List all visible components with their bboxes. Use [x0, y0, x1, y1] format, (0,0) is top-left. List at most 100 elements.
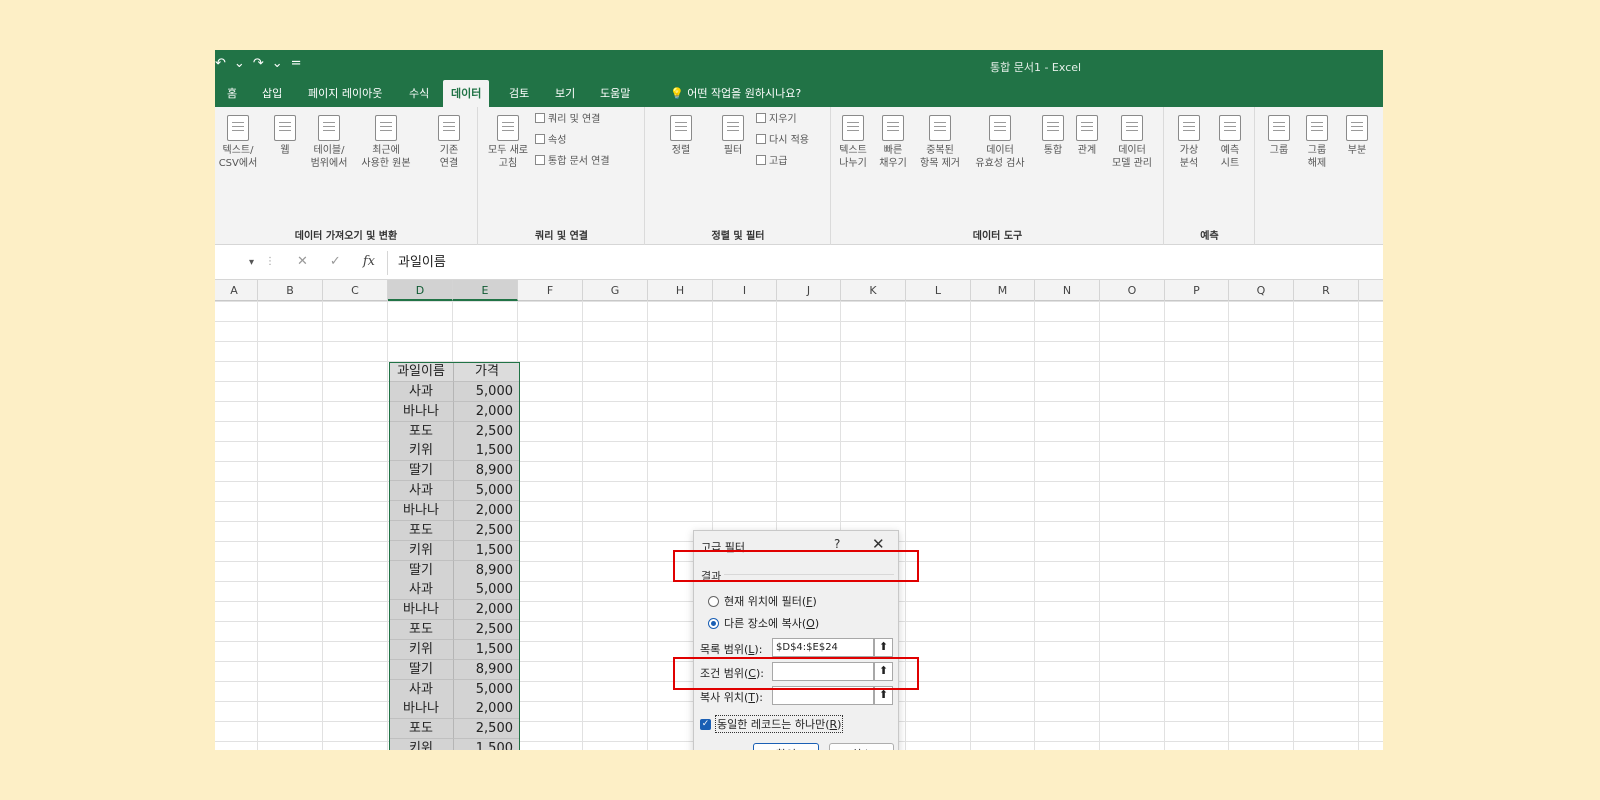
table-row[interactable]: 사과 5,000 [389, 679, 520, 700]
cell-price[interactable]: 8,900 [454, 560, 520, 581]
consolidate-button[interactable]: 통합 [1038, 115, 1068, 157]
cell-price[interactable]: 1,500 [454, 639, 520, 660]
header-cell-fruit-name[interactable]: 과일이름 [389, 362, 454, 382]
ungroup-button[interactable]: 그룹 해제 [1300, 115, 1334, 170]
collapse-dialog-icon[interactable]: ⬆ [874, 686, 893, 705]
cell-fruit-name[interactable]: 키위 [389, 540, 454, 561]
cell-fruit-name[interactable]: 딸기 [389, 560, 454, 581]
from-table-range-button[interactable]: 테이블/ 범위에서 [307, 115, 351, 170]
cell-fruit-name[interactable]: 포도 [389, 520, 454, 541]
remove-duplicates-button[interactable]: 중복된 항목 제거 [916, 115, 964, 170]
column-header-r[interactable]: R [1294, 280, 1359, 301]
copy-to-input[interactable] [772, 686, 874, 705]
cell-price[interactable]: 1,500 [454, 540, 520, 561]
cell-price[interactable]: 2,000 [454, 600, 520, 621]
reapply-button[interactable]: 다시 적용 [756, 134, 809, 148]
tab-view[interactable]: 보기 [547, 80, 583, 107]
column-header-l[interactable]: L [906, 280, 971, 301]
cell-price[interactable]: 5,000 [454, 580, 520, 601]
table-row[interactable]: 포도 2,500 [389, 620, 520, 641]
cell-fruit-name[interactable]: 키위 [389, 739, 454, 750]
manage-data-model-button[interactable]: 데이터 모델 관리 [1106, 115, 1158, 170]
column-header-f[interactable]: F [518, 280, 583, 301]
table-row[interactable]: 딸기 8,900 [389, 461, 520, 482]
tab-review[interactable]: 검토 [501, 80, 537, 107]
cell-fruit-name[interactable]: 사과 [389, 580, 454, 601]
queries-connections-button[interactable]: 쿼리 및 연결 [535, 113, 600, 127]
table-row[interactable]: 사과 5,000 [389, 381, 520, 402]
forecast-sheet-button[interactable]: 예측 시트 [1211, 115, 1249, 170]
column-header-k[interactable]: K [841, 280, 906, 301]
cell-price[interactable]: 1,500 [454, 441, 520, 462]
table-row[interactable]: 포도 2,500 [389, 719, 520, 740]
cell-fruit-name[interactable]: 딸기 [389, 659, 454, 680]
cell-fruit-name[interactable]: 바나나 [389, 500, 454, 521]
existing-connections-button[interactable]: 기존 연결 [427, 115, 471, 170]
cell-fruit-name[interactable]: 포도 [389, 421, 454, 442]
cell-fruit-name[interactable]: 바나나 [389, 699, 454, 720]
workbook-links-button[interactable]: 통합 문서 연결 [535, 155, 610, 169]
column-header-j[interactable]: J [777, 280, 841, 301]
recent-sources-button[interactable]: 최근에 사용한 원본 [357, 115, 415, 170]
cell-fruit-name[interactable]: 키위 [389, 639, 454, 660]
table-row[interactable]: 바나나 2,000 [389, 600, 520, 621]
table-header-row[interactable]: 과일이름 가격 [389, 362, 520, 382]
sort-button[interactable]: 정렬 [652, 115, 710, 157]
column-header-a[interactable]: A [215, 280, 258, 301]
copy-to-location-radio[interactable]: 다른 장소에 복사(O) [708, 615, 819, 631]
cell-fruit-name[interactable]: 포도 [389, 719, 454, 740]
undo-dropdown-icon[interactable]: ⌄ [234, 56, 245, 71]
header-cell-price[interactable]: 가격 [454, 362, 520, 382]
fruit-table[interactable]: 과일이름 가격 사과 5,000 바나나 2,000 포도 2,500 키위 1,500 딸기 8,9… [389, 362, 520, 750]
column-header-p[interactable]: P [1165, 280, 1229, 301]
cell-fruit-name[interactable]: 바나나 [389, 401, 454, 422]
worksheet[interactable]: ABCDEFGHIJKLMNOPQR 과일이름 가격 사과 5,000 바나나 2,000… [215, 280, 1383, 750]
redo-icon[interactable]: ↷ [253, 56, 264, 71]
what-if-analysis-button[interactable]: 가상 분석 [1171, 115, 1207, 170]
table-row[interactable]: 딸기 8,900 [389, 560, 520, 581]
data-validation-button[interactable]: 데이터 유효성 검사 [968, 115, 1032, 170]
column-header-o[interactable]: O [1100, 280, 1165, 301]
cell-fruit-name[interactable]: 딸기 [389, 461, 454, 482]
formula-input[interactable]: 과일이름 [387, 251, 1377, 275]
ok-button[interactable]: 확인 [753, 743, 819, 750]
relationships-button[interactable]: 관계 [1072, 115, 1102, 157]
column-header-n[interactable]: N [1035, 280, 1100, 301]
text-to-columns-button[interactable]: 텍스트 나누기 [836, 115, 870, 170]
filter-in-place-radio[interactable]: 현재 위치에 필터(F) [708, 593, 817, 609]
criteria-range-input[interactable] [772, 662, 874, 681]
table-row[interactable]: 바나나 2,000 [389, 500, 520, 521]
tab-insert[interactable]: 삽입 [254, 80, 290, 107]
column-header-d[interactable]: D [388, 280, 453, 301]
tab-help[interactable]: 도움말 [592, 80, 638, 107]
list-range-input[interactable]: $D$4:$E$24 [772, 638, 874, 657]
table-row[interactable]: 사과 5,000 [389, 481, 520, 502]
column-header-b[interactable]: B [258, 280, 323, 301]
tab-data[interactable]: 데이터 [443, 80, 490, 107]
cell-fruit-name[interactable]: 사과 [389, 481, 454, 502]
cell-price[interactable]: 5,000 [454, 381, 520, 402]
cancel-icon[interactable]: ✕ [297, 254, 308, 269]
properties-button[interactable]: 속성 [535, 134, 566, 148]
enter-icon[interactable]: ✓ [330, 254, 341, 269]
from-text-csv-button[interactable]: 텍스트/ CSV에서 [217, 115, 259, 170]
cell-price[interactable]: 2,500 [454, 620, 520, 641]
cell-fruit-name[interactable]: 바나나 [389, 600, 454, 621]
table-row[interactable]: 사과 5,000 [389, 580, 520, 601]
cell-fruit-name[interactable]: 키위 [389, 441, 454, 462]
column-header-i[interactable]: I [713, 280, 777, 301]
from-web-button[interactable]: 웹 [271, 115, 299, 157]
table-row[interactable]: 바나나 2,000 [389, 401, 520, 422]
column-header-h[interactable]: H [648, 280, 713, 301]
table-row[interactable]: 키위 1,500 [389, 639, 520, 660]
cell-fruit-name[interactable]: 사과 [389, 381, 454, 402]
collapse-dialog-icon[interactable]: ⬆ [874, 638, 893, 657]
table-row[interactable]: 포도 2,500 [389, 421, 520, 442]
cancel-button[interactable]: 취소 [829, 743, 894, 750]
cell-price[interactable]: 2,500 [454, 421, 520, 442]
advanced-filter-button[interactable]: 고급 [756, 155, 787, 169]
cell-price[interactable]: 8,900 [454, 461, 520, 482]
subtotal-button[interactable]: 부분 [1340, 115, 1374, 157]
cell-price[interactable]: 2,000 [454, 401, 520, 422]
cell-price[interactable]: 5,000 [454, 481, 520, 502]
